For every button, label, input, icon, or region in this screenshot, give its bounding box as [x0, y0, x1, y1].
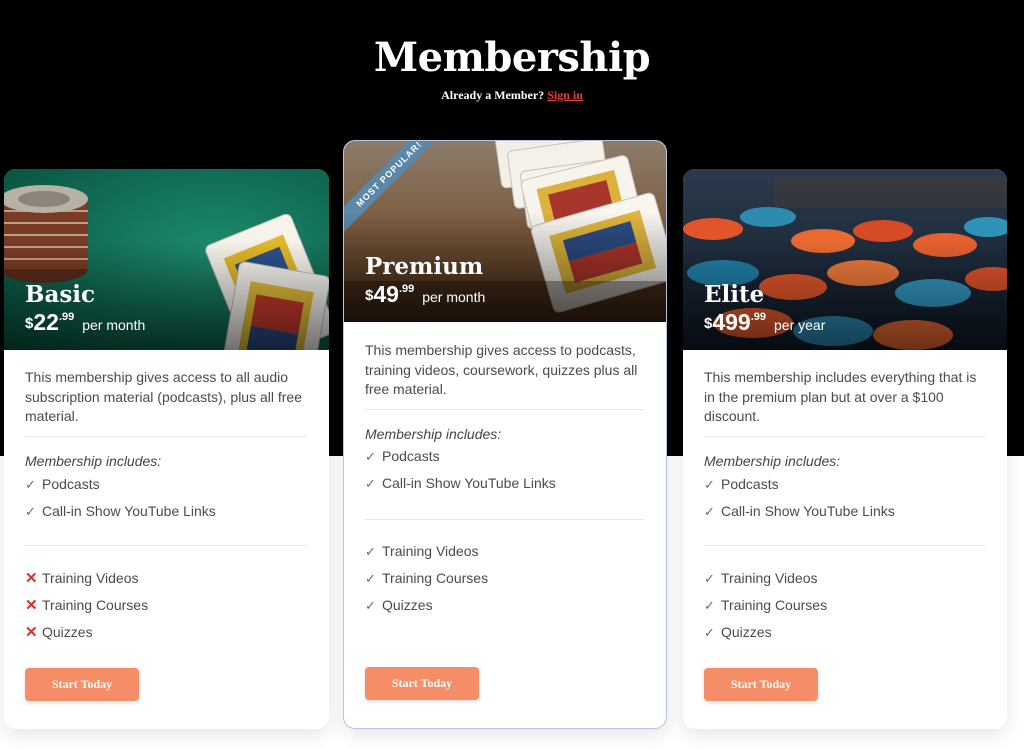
check-icon: ✓	[704, 625, 715, 640]
check-icon: ✓	[365, 449, 376, 464]
check-icon: ✓	[704, 477, 715, 492]
price-cents: .99	[398, 283, 415, 295]
plan-name: Basic	[25, 281, 96, 308]
feature-item: ✕ Training Videos	[25, 565, 319, 592]
check-icon: ✓	[25, 477, 36, 492]
includes-title: Membership includes:	[704, 453, 841, 469]
feature-label: Quizzes	[42, 624, 93, 640]
page-title: Membership	[373, 34, 651, 81]
feature-label: Training Courses	[721, 597, 828, 613]
cross-icon: ✕	[25, 597, 38, 614]
divider	[704, 545, 985, 546]
feature-item: ✓ Training Videos	[365, 538, 656, 565]
divider	[704, 436, 985, 437]
feature-label: Training Courses	[382, 570, 489, 586]
includes-title: Membership includes:	[365, 426, 502, 442]
feature-item: ✓ Call-in Show YouTube Links	[25, 498, 319, 525]
included-features: ✓ Podcasts ✓ Call-in Show YouTube Links	[25, 471, 319, 525]
start-today-button[interactable]: Start Today	[365, 667, 479, 700]
feature-label: Quizzes	[721, 624, 772, 640]
start-today-button[interactable]: Start Today	[704, 668, 818, 701]
check-icon: ✓	[704, 504, 715, 519]
feature-label: Podcasts	[42, 476, 100, 492]
plan-card-elite: Elite $499.99 per year This membership in…	[683, 169, 1007, 729]
plan-price: $22.99 per month	[25, 309, 145, 336]
included-features: ✓ Podcasts ✓ Call-in Show YouTube Links	[704, 471, 997, 525]
feature-item: ✓ Quizzes	[365, 592, 656, 619]
feature-item: ✓ Training Courses	[704, 592, 997, 619]
plan-card-basic: Basic $22.99 per month This membership gi…	[4, 169, 329, 729]
already-member-text: Already a Member?	[441, 88, 545, 102]
price-cents: .99	[58, 311, 75, 323]
extra-features: ✓ Training Videos ✓ Training Courses ✓ Quiz…	[704, 565, 997, 646]
feature-label: Call-in Show YouTube Links	[42, 503, 216, 519]
plan-description: This membership gives access to podcasts…	[365, 342, 638, 397]
feature-label: Training Videos	[382, 543, 479, 559]
check-icon: ✓	[365, 476, 376, 491]
plan-image-basic: Basic $22.99 per month	[4, 169, 329, 350]
plan-name: Premium	[365, 253, 484, 280]
check-icon: ✓	[704, 571, 715, 586]
price-cents: .99	[750, 311, 767, 323]
extra-features: ✓ Training Videos ✓ Training Courses ✓ Quiz…	[365, 538, 656, 619]
feature-item: ✓ Training Courses	[365, 565, 656, 592]
start-today-button[interactable]: Start Today	[25, 668, 139, 701]
feature-item: ✓ Podcasts	[25, 471, 319, 498]
plan-card-premium: MOST POPULAR! Premium $49.99 per month Th…	[343, 140, 667, 729]
check-icon: ✓	[365, 544, 376, 559]
feature-label: Training Videos	[721, 570, 818, 586]
already-member-line: Already a Member? Sign in	[0, 88, 1024, 103]
feature-label: Call-in Show YouTube Links	[382, 475, 556, 491]
feature-label: Training Courses	[42, 597, 149, 613]
divider	[365, 519, 644, 520]
feature-item: ✕ Quizzes	[25, 619, 319, 646]
plan-image-premium: MOST POPULAR! Premium $49.99 per month	[344, 141, 666, 322]
check-icon: ✓	[25, 504, 36, 519]
feature-item: ✓ Training Videos	[704, 565, 997, 592]
extra-features: ✕ Training Videos ✕ Training Courses ✕ Quiz…	[25, 565, 319, 646]
feature-label: Call-in Show YouTube Links	[721, 503, 895, 519]
divider	[365, 409, 644, 410]
feature-label: Podcasts	[382, 448, 440, 464]
price-period: per month	[422, 289, 486, 305]
feature-label: Quizzes	[382, 597, 433, 613]
included-features: ✓ Podcasts ✓ Call-in Show YouTube Links	[365, 443, 656, 497]
feature-item: ✓ Quizzes	[704, 619, 997, 646]
cross-icon: ✕	[25, 624, 38, 641]
plan-name: Elite	[704, 281, 765, 308]
check-icon: ✓	[704, 598, 715, 613]
feature-label: Podcasts	[721, 476, 779, 492]
price-period: per month	[82, 317, 146, 333]
price-amount: 49	[373, 281, 399, 307]
plan-image-elite: Elite $499.99 per year	[683, 169, 1007, 350]
plan-description: This membership gives access to all audi…	[25, 369, 303, 424]
divider	[25, 545, 307, 546]
sign-in-link[interactable]: Sign in	[547, 88, 583, 102]
price-period: per year	[774, 317, 826, 333]
feature-item: ✓ Podcasts	[704, 471, 997, 498]
feature-item: ✕ Training Courses	[25, 592, 319, 619]
plan-price: $49.99 per month	[365, 281, 485, 308]
feature-item: ✓ Call-in Show YouTube Links	[365, 470, 656, 497]
check-icon: ✓	[365, 598, 376, 613]
check-icon: ✓	[365, 571, 376, 586]
cross-icon: ✕	[25, 570, 38, 587]
feature-item: ✓ Call-in Show YouTube Links	[704, 498, 997, 525]
feature-label: Training Videos	[42, 570, 139, 586]
divider	[25, 436, 307, 437]
plan-price: $499.99 per year	[704, 309, 825, 336]
includes-title: Membership includes:	[25, 453, 162, 469]
price-amount: 499	[712, 309, 751, 335]
plan-description: This membership includes everything that…	[704, 369, 977, 424]
feature-item: ✓ Podcasts	[365, 443, 656, 470]
price-amount: 22	[33, 309, 59, 335]
